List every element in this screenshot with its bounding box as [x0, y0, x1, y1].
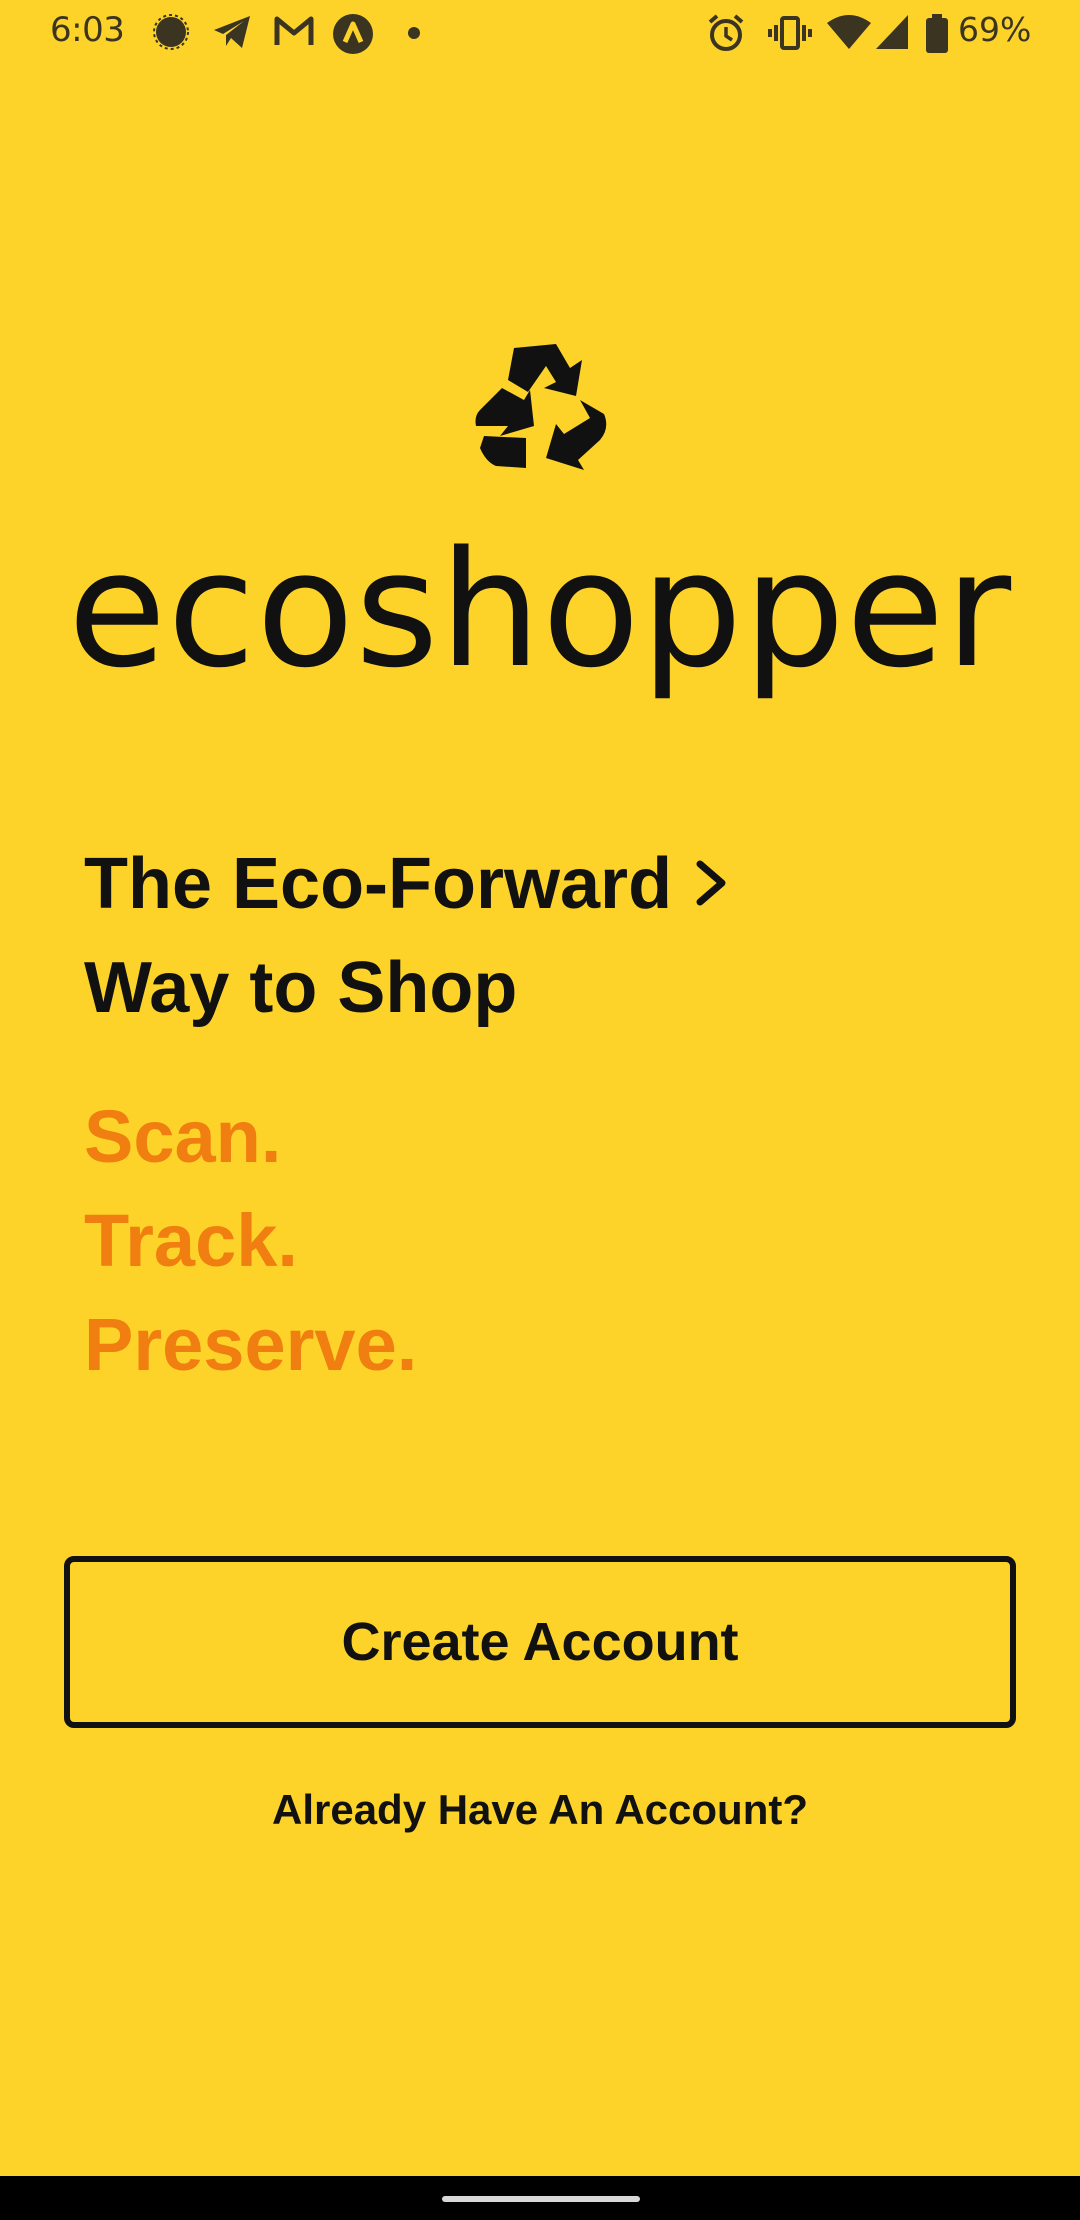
- tagline-line-2: Way to Shop: [84, 948, 518, 1028]
- wifi-icon: [827, 15, 871, 49]
- notification-dot-icon: [408, 27, 420, 39]
- tagline-line-1: The Eco-Forward: [84, 832, 728, 936]
- battery-percentage: 69%: [958, 10, 1032, 49]
- system-navigation-bar: [0, 2176, 1080, 2220]
- cell-signal-icon: [876, 15, 908, 49]
- telegram-icon: [214, 16, 250, 48]
- alarm-icon: [708, 14, 744, 51]
- brand-wordmark: ecoshopper: [67, 516, 1013, 703]
- signal-messenger-icon: [153, 14, 189, 50]
- vibrate-icon: [768, 16, 812, 50]
- gmail-icon: [274, 16, 314, 45]
- arc-app-icon: [333, 14, 373, 54]
- home-gesture-handle[interactable]: [442, 2196, 640, 2202]
- step-preserve: Preserve.: [84, 1303, 418, 1386]
- step-track: Track.: [84, 1199, 298, 1282]
- chevron-right-icon: [696, 860, 726, 906]
- status-bar: 6:03 69%: [0, 0, 1080, 66]
- battery-icon: [926, 14, 948, 53]
- recycle-icon: [475, 344, 607, 470]
- already-have-account-link[interactable]: Already Have An Account?: [0, 1786, 1080, 1834]
- step-scan: Scan.: [84, 1095, 282, 1178]
- tagline: The Eco-Forward Way to Shop: [84, 832, 728, 1040]
- status-time: 6:03: [50, 10, 125, 50]
- feature-steps: Scan. Track. Preserve.: [84, 1085, 417, 1397]
- create-account-button[interactable]: Create Account: [64, 1556, 1016, 1728]
- tagline-text-1: The Eco-Forward: [84, 844, 673, 924]
